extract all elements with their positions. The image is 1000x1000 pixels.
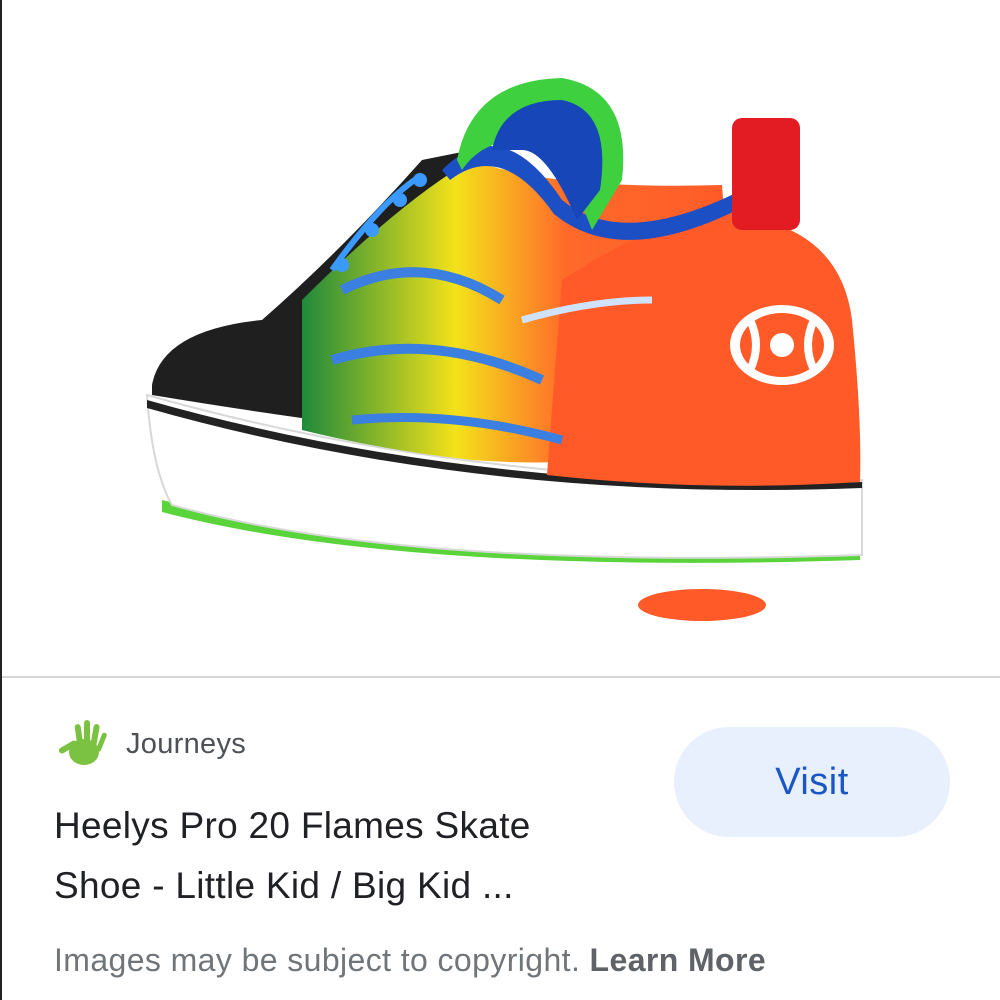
title-line-1[interactable]: Heelys Pro 20 Flames Skate (54, 796, 654, 856)
learn-more-link[interactable]: Learn More (590, 942, 766, 978)
green-hand-logo-icon (58, 720, 107, 765)
product-image[interactable] (2, 0, 1000, 676)
copyright-text: Images may be subject to copyright. (54, 942, 581, 978)
image-preview-panel: Journeys Heelys Pro 20 Flames Skate Shoe… (0, 0, 1000, 1000)
visit-button[interactable]: Visit (674, 727, 950, 837)
result-title[interactable]: Heelys Pro 20 Flames Skate Shoe - Little… (54, 796, 654, 916)
source-row[interactable]: Journeys (54, 716, 246, 772)
copyright-notice: Images may be subject to copyright. Lear… (54, 942, 994, 979)
title-line-2[interactable]: Shoe - Little Kid / Big Kid ... (54, 856, 654, 916)
source-name[interactable]: Journeys (126, 728, 246, 761)
divider (2, 676, 1000, 678)
